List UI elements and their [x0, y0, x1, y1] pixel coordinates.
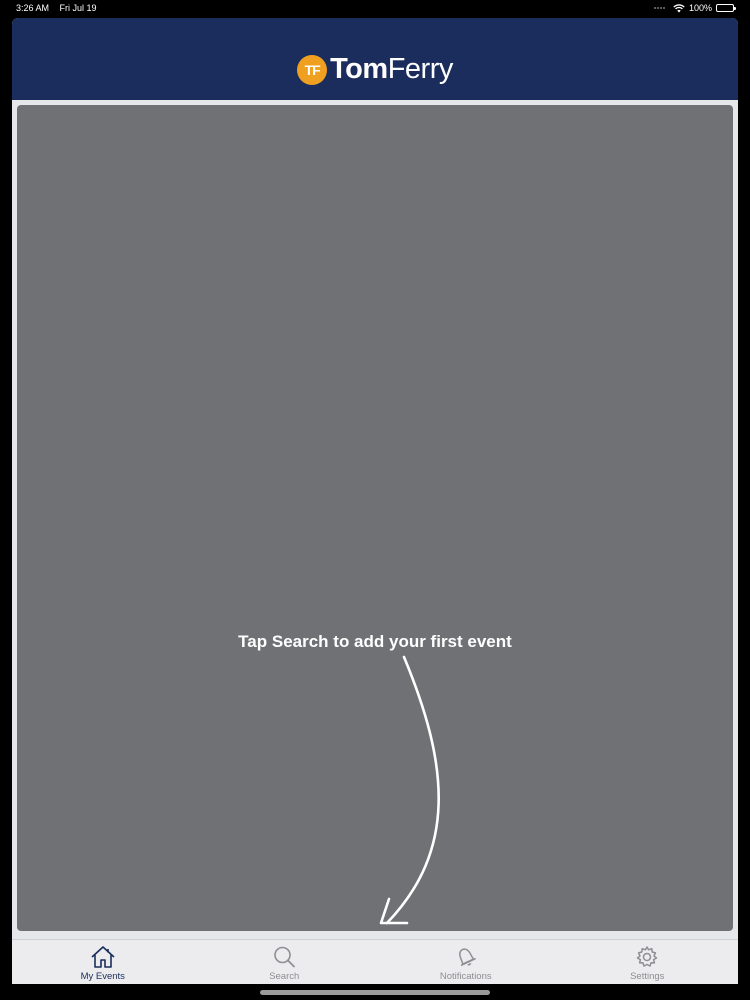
wifi-icon [673, 3, 685, 12]
app-window: TF TomFerry Tap Search to add your first… [12, 18, 738, 984]
status-time: 3:26 AM [16, 3, 50, 13]
tab-bar: My Events Search Notifications Settings [12, 939, 738, 984]
events-empty-panel: Tap Search to add your first event [17, 105, 733, 931]
logo-badge: TF [297, 54, 328, 85]
tab-label: Notifications [439, 971, 492, 982]
home-icon [91, 946, 115, 968]
search-icon [274, 946, 296, 968]
battery-icon [716, 4, 736, 12]
status-bar: 3:26 AM Fri Jul 19 100% [0, 0, 750, 16]
tab-search[interactable]: Search [194, 940, 376, 984]
app-header: TF TomFerry [12, 18, 738, 100]
tab-my-events[interactable]: My Events [12, 940, 194, 984]
battery-percent: 100% [688, 3, 712, 13]
hint-arrow-icon [379, 655, 440, 925]
logo-word-ferry: Ferry [387, 53, 454, 85]
gear-icon [637, 946, 658, 967]
bell-icon [458, 948, 476, 966]
status-left: 3:26 AM Fri Jul 19 [16, 0, 105, 16]
tab-settings[interactable]: Settings [557, 940, 739, 984]
tab-label: Settings [630, 971, 665, 982]
tab-label: My Events [80, 971, 125, 982]
logo-wordmark: TomFerry [330, 53, 453, 86]
tomferry-logo: TF TomFerry [297, 53, 453, 86]
logo-word-tom: Tom [330, 53, 388, 85]
tab-notifications[interactable]: Notifications [375, 940, 557, 984]
status-right: 100% [653, 0, 736, 16]
device-screen: 3:26 AM Fri Jul 19 100% TF TomFerry Tap [0, 0, 750, 1000]
home-indicator[interactable] [260, 990, 490, 995]
tab-label: Search [269, 971, 300, 982]
status-date: Fri Jul 19 [59, 3, 97, 13]
cellular-icon [653, 7, 665, 9]
